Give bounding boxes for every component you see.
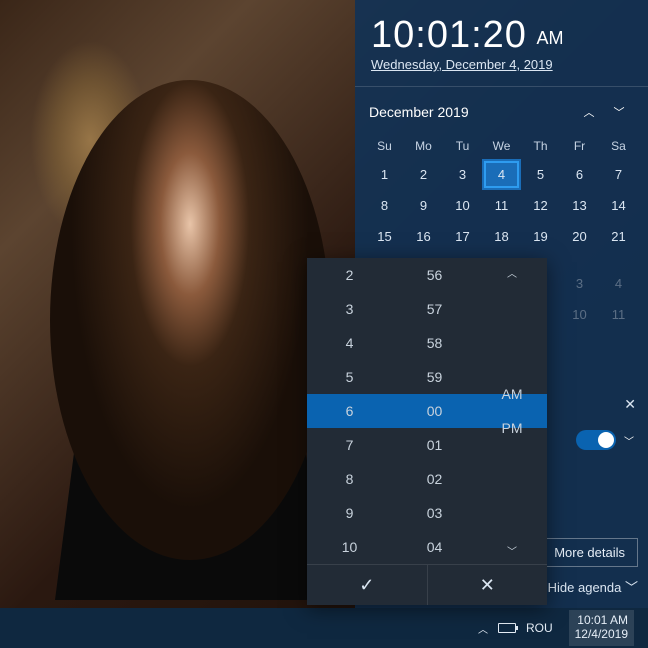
calendar-day	[560, 252, 599, 268]
language-indicator[interactable]: ROU	[526, 608, 553, 648]
calendar-day[interactable]: 9	[404, 190, 443, 221]
calendar-day[interactable]: 3	[443, 159, 482, 190]
time-picker-hour-cell[interactable]: 8	[307, 462, 392, 496]
close-icon[interactable]: ✕	[624, 396, 636, 413]
calendar-day[interactable]: 3	[560, 268, 599, 299]
tray-overflow-button[interactable]: ︿	[478, 608, 488, 648]
calendar-day[interactable]: 4	[482, 159, 521, 190]
calendar-day[interactable]: 13	[560, 190, 599, 221]
flyout-footer: More details Hide agenda ﹀	[541, 538, 638, 596]
calendar-day[interactable]: 17	[443, 221, 482, 252]
time-picker: 2345678910 565758590001020304 ︿ AMPM ﹀ ✓…	[307, 258, 547, 605]
time-picker-hour-cell[interactable]: 9	[307, 496, 392, 530]
calendar-day[interactable]: 2	[404, 159, 443, 190]
calendar-day[interactable]: 19	[521, 221, 560, 252]
time-picker-minute-cell[interactable]: 56	[392, 258, 477, 292]
hide-agenda-button[interactable]: Hide agenda ﹀	[548, 577, 638, 596]
time-picker-minute-cell[interactable]: 02	[392, 462, 477, 496]
time-picker-hour-cell[interactable]: 6	[307, 394, 392, 428]
calendar-day[interactable]: 11	[599, 299, 638, 330]
time-picker-cancel-button[interactable]: ✕	[428, 565, 548, 605]
time-picker-ampm-cell[interactable]: AM	[477, 377, 547, 411]
calendar-day[interactable]: 11	[482, 190, 521, 221]
time-picker-hours-column[interactable]: 2345678910	[307, 258, 392, 564]
time-picker-hour-cell[interactable]: 5	[307, 360, 392, 394]
time-picker-ampm-column[interactable]: ︿ AMPM ﹀	[477, 258, 547, 564]
time-picker-accept-button[interactable]: ✓	[307, 565, 428, 605]
calendar-day[interactable]: 7	[599, 159, 638, 190]
clock-section: 10:01:20 AM Wednesday, December 4, 2019	[355, 0, 648, 80]
calendar-dow-header: Fr	[560, 133, 599, 159]
time-picker-hour-cell[interactable]: 4	[307, 326, 392, 360]
calendar-next-button[interactable]: ﹀	[604, 97, 634, 127]
time-picker-minute-cell[interactable]: 00	[392, 394, 477, 428]
calendar-day[interactable]: 4	[599, 268, 638, 299]
time-picker-hour-cell[interactable]: 3	[307, 292, 392, 326]
battery-icon[interactable]	[498, 608, 516, 648]
calendar-day[interactable]: 6	[560, 159, 599, 190]
calendar-day[interactable]: 12	[521, 190, 560, 221]
time-picker-minutes-column[interactable]: 565758590001020304	[392, 258, 477, 564]
taskbar-time: 10:01 AM	[575, 614, 628, 628]
calendar-day[interactable]: 10	[560, 299, 599, 330]
calendar-day[interactable]: 10	[443, 190, 482, 221]
time-picker-minute-cell[interactable]: 01	[392, 428, 477, 462]
calendar-month-label[interactable]: December 2019	[369, 104, 574, 120]
taskbar-date: 12/4/2019	[575, 628, 628, 642]
taskbar-clock[interactable]: 10:01 AM 12/4/2019	[563, 608, 640, 648]
time-picker-minute-cell[interactable]: 57	[392, 292, 477, 326]
calendar-day[interactable]: 14	[599, 190, 638, 221]
calendar-day[interactable]: 20	[560, 221, 599, 252]
more-details-button[interactable]: More details	[541, 538, 638, 567]
time-picker-hour-cell[interactable]: 10	[307, 530, 392, 564]
time-picker-minute-cell[interactable]: 59	[392, 360, 477, 394]
calendar-day[interactable]: 5	[521, 159, 560, 190]
taskbar: ︿ ROU 10:01 AM 12/4/2019	[0, 608, 648, 648]
calendar-dow-header: Tu	[443, 133, 482, 159]
calendar-dow-header: Mo	[404, 133, 443, 159]
calendar-day[interactable]: 8	[365, 190, 404, 221]
calendar-dow-header: We	[482, 133, 521, 159]
clock-time: 10:01:20	[371, 14, 527, 56]
calendar-day[interactable]: 1	[365, 159, 404, 190]
calendar-day[interactable]: 16	[404, 221, 443, 252]
time-picker-minute-cell[interactable]: 04	[392, 530, 477, 564]
time-picker-hour-cell[interactable]: 7	[307, 428, 392, 462]
time-picker-actions: ✓ ✕	[307, 564, 547, 605]
wallpaper-figure	[40, 290, 340, 600]
time-picker-minute-cell[interactable]: 58	[392, 326, 477, 360]
calendar-prev-button[interactable]: ︿	[574, 97, 604, 127]
clock-ampm: AM	[537, 28, 564, 48]
chevron-down-icon: ﹀	[625, 580, 638, 595]
chevron-up-icon[interactable]: ︿	[477, 258, 547, 286]
calendar-dow-header: Sa	[599, 133, 638, 159]
calendar-day[interactable]: 15	[365, 221, 404, 252]
calendar-day[interactable]: 18	[482, 221, 521, 252]
calendar-header: December 2019 ︿ ﹀	[355, 87, 648, 133]
calendar-dow-header: Su	[365, 133, 404, 159]
reminder-toggle-row: ﹀	[576, 430, 634, 450]
calendar-dow-header: Th	[521, 133, 560, 159]
time-picker-minute-cell[interactable]: 03	[392, 496, 477, 530]
time-picker-hour-cell[interactable]: 2	[307, 258, 392, 292]
clock-calendar-flyout: 10:01:20 AM Wednesday, December 4, 2019 …	[355, 0, 648, 608]
calendar-day	[599, 252, 638, 268]
reminder-toggle[interactable]	[576, 430, 616, 450]
calendar-day[interactable]: 21	[599, 221, 638, 252]
time-picker-ampm-cell[interactable]: PM	[477, 411, 547, 445]
chevron-down-icon[interactable]: ﹀	[624, 433, 634, 448]
clock-date-link[interactable]: Wednesday, December 4, 2019	[371, 57, 553, 72]
chevron-down-icon[interactable]: ﹀	[477, 536, 547, 564]
